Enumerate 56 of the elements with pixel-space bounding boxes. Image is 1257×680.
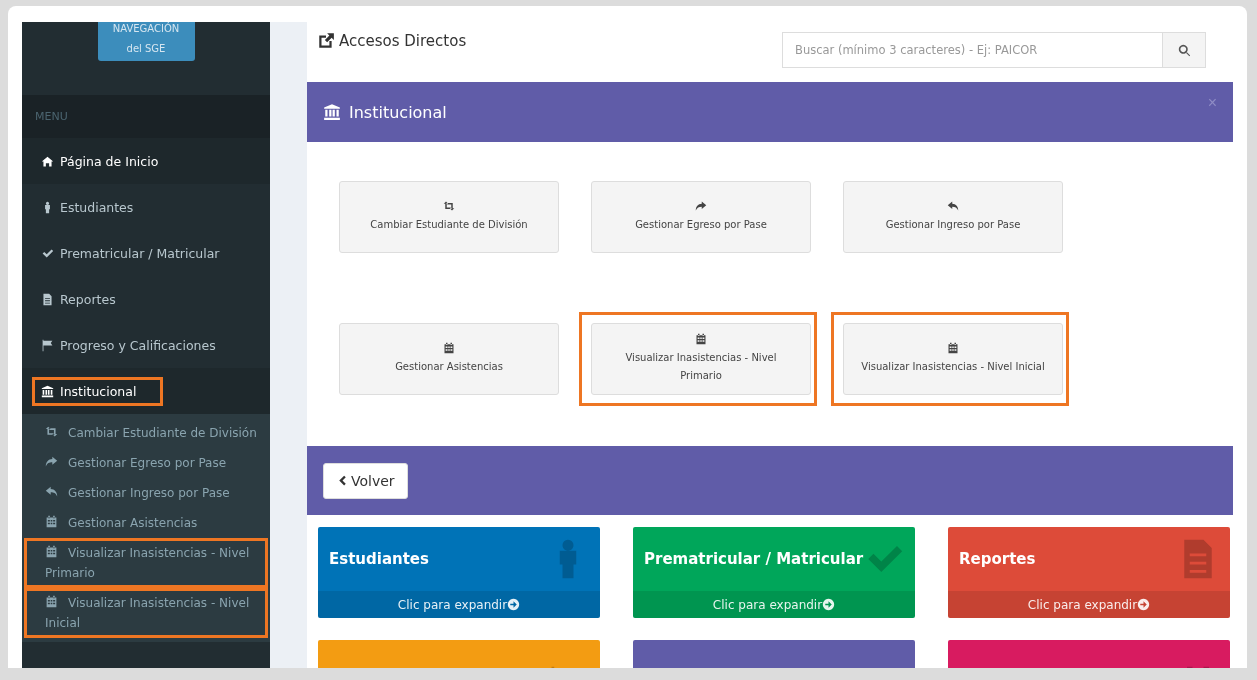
shortcut-button[interactable]: Cambiar Estudiante de División	[339, 181, 559, 253]
calendar-icon	[443, 342, 455, 354]
shortcut-button[interactable]: Gestionar Ingreso por Pase	[843, 181, 1063, 253]
swap-arrows-icon	[45, 425, 58, 438]
shortcut-button[interactable]: Visualizar Inasistencias - Nivel Primario	[591, 323, 811, 395]
bank-icon	[41, 384, 54, 398]
calendar-icon	[695, 333, 707, 345]
chevron-left-icon	[336, 474, 349, 487]
submenu-item[interactable]: Gestionar Egreso por Pase	[24, 448, 268, 478]
search-field[interactable]: Buscar (mínimo 3 caracteres) - Ej: PAICOR	[782, 32, 1163, 68]
submenu-item[interactable]: Gestionar Ingreso por Pase	[24, 478, 268, 508]
circle-arrow-icon	[1137, 598, 1151, 611]
swap-arrows-icon	[443, 200, 455, 212]
sidebar-item[interactable]: Estudiantes	[22, 184, 270, 230]
sidebar-item[interactable]: Página de Inicio	[22, 138, 270, 184]
bank-icon	[323, 103, 341, 121]
tile-footer-link[interactable]: Clic para expandir	[633, 591, 915, 618]
sidebar-item[interactable]: Prematricular / Matricular	[22, 230, 270, 276]
house-icon	[41, 154, 54, 168]
tile-footer-link[interactable]: Clic para expandir	[318, 591, 600, 618]
submenu-item[interactable]: Visualizar Inasistencias - Nivel Primario	[24, 538, 268, 588]
sidebar-item[interactable]: Progreso y Calificaciones	[22, 322, 270, 368]
module-tile[interactable]: Prematricular / Matricular Clic para expandir	[633, 527, 915, 618]
sidebar-item[interactable]: Institucional	[22, 368, 270, 414]
calendar-icon	[45, 515, 58, 528]
circle-arrow-icon	[507, 598, 521, 611]
page-title: Accesos Directos	[339, 32, 467, 50]
menu-header: MENU	[35, 110, 68, 123]
submenu-item[interactable]: Cambiar Estudiante de División	[24, 418, 268, 448]
tile-footer-link[interactable]: Clic para expandir	[948, 591, 1230, 618]
reply-arrow-icon	[45, 485, 58, 498]
calendar-icon	[45, 545, 58, 558]
forward-arrow-icon	[45, 455, 58, 468]
shortcut-button[interactable]: Gestionar Egreso por Pase	[591, 181, 811, 253]
calendar-icon	[45, 595, 58, 608]
calendar-icon	[947, 342, 959, 354]
tile-title: Reportes	[959, 550, 1036, 568]
tile-title: Prematricular / Matricular	[644, 550, 864, 568]
shortcut-button[interactable]: Gestionar Asistencias	[339, 323, 559, 395]
external-link-icon	[317, 32, 335, 50]
search-icon	[1177, 43, 1191, 57]
submenu-item[interactable]: Gestionar Asistencias	[24, 508, 268, 538]
circle-arrow-icon	[822, 598, 836, 611]
module-tile[interactable]: Reportes Clic para expandir	[948, 527, 1230, 618]
sidebar-item[interactable]: Reportes	[22, 276, 270, 322]
submenu-item[interactable]: Visualizar Inasistencias - Nivel Inicial	[24, 588, 268, 638]
reply-arrow-icon	[947, 200, 959, 212]
tile-title: Estudiantes	[329, 550, 429, 568]
search-button[interactable]	[1163, 32, 1206, 68]
module-tile[interactable]: Estudiantes Clic para expandir	[318, 527, 600, 618]
back-button[interactable]: Volver	[323, 462, 408, 499]
shortcut-button[interactable]: Visualizar Inasistencias - Nivel Inicial	[843, 323, 1063, 395]
navigation-button[interactable]: NAVEGACIÓN del SGE	[97, 22, 195, 61]
panel-title: Institucional	[349, 102, 447, 122]
forward-arrow-icon	[695, 200, 707, 212]
document-icon	[41, 292, 54, 306]
